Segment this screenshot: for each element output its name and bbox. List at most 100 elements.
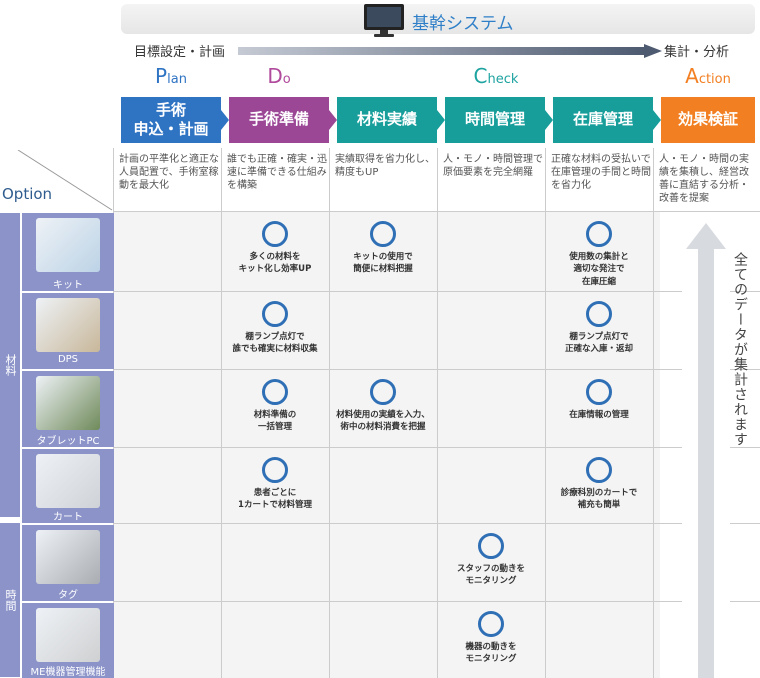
check-circle-icon bbox=[586, 379, 612, 405]
grid-column-line bbox=[653, 148, 654, 678]
check-circle-icon bbox=[370, 379, 396, 405]
grid-row-line bbox=[113, 523, 760, 524]
grid-row-line bbox=[113, 601, 760, 602]
step-label: 手術 申込・計画 bbox=[133, 100, 209, 139]
cell-text: 患者ごとに 1カートで材料管理 bbox=[238, 488, 312, 511]
phase-rest: heck bbox=[487, 72, 519, 87]
step-label: 手術準備 bbox=[248, 110, 309, 129]
matrix-cell: 診療科別のカートで 補充も簡単 bbox=[545, 457, 653, 512]
cell-text: 在庫情報の管理 bbox=[569, 410, 629, 420]
step-box: 手術準備 bbox=[229, 97, 329, 143]
phase-label: Check bbox=[337, 64, 655, 88]
step-description: 誰でも正確・確実・迅速に準備できる仕組みを構築 bbox=[227, 154, 327, 191]
step-description: 人・モノ・時間管理で原価要素を完全網羅 bbox=[443, 154, 543, 178]
check-circle-icon bbox=[586, 301, 612, 327]
phase-initial: C bbox=[473, 64, 488, 88]
matrix-cell: 機器の動きを モニタリング bbox=[437, 611, 545, 666]
cart-photo bbox=[36, 454, 100, 508]
matrix-cell: 材料準備の 一括管理 bbox=[221, 379, 329, 434]
matrix-cell: 材料使用の実績を入力、 術中の材料消費を把握 bbox=[329, 379, 437, 434]
monitor-icon bbox=[364, 4, 404, 37]
cell-text: キットの使用で 簡便に材料把握 bbox=[353, 252, 413, 275]
check-circle-icon bbox=[478, 533, 504, 559]
phase-rest: o bbox=[282, 72, 291, 87]
step-box: 材料実績 bbox=[337, 97, 437, 143]
check-circle-icon bbox=[370, 221, 396, 247]
aggregate-note: 全てのデータが集計されます bbox=[732, 252, 748, 447]
flow-start-label: 目標設定・計画 bbox=[134, 45, 226, 60]
step-arrow bbox=[329, 110, 337, 130]
phase-initial: A bbox=[685, 64, 699, 88]
matrix-cell: 使用数の集計と 適切な発注で 在庫圧縮 bbox=[545, 221, 653, 288]
cell-text: 診療科別のカートで 補充も簡単 bbox=[560, 488, 638, 511]
step-label: 効果検証 bbox=[677, 110, 738, 129]
phase-initial: D bbox=[267, 64, 283, 88]
grid-row-line bbox=[113, 369, 760, 370]
step-box: 手術 申込・計画 bbox=[121, 97, 221, 143]
step-arrow bbox=[221, 110, 229, 130]
matrix-cell: 棚ランプ点灯で 誰でも確実に材料収集 bbox=[221, 301, 329, 356]
matrix-cell: スタッフの動きを モニタリング bbox=[437, 533, 545, 588]
step-description: 計画の平準化と適正な人員配置で、手術室稼動を最大化 bbox=[119, 154, 219, 191]
row-group-label: 時間 bbox=[0, 523, 20, 677]
check-circle-icon bbox=[262, 457, 288, 483]
check-circle-icon bbox=[586, 221, 612, 247]
option-label: Option bbox=[2, 185, 53, 203]
step-label: 材料実績 bbox=[356, 110, 417, 129]
grid-row-line bbox=[113, 211, 760, 212]
phase-rest: ction bbox=[698, 72, 731, 87]
check-circle-icon bbox=[586, 457, 612, 483]
matrix-cell: 棚ランプ点灯で 正確な入庫・返却 bbox=[545, 301, 653, 356]
phase-initial: P bbox=[155, 64, 168, 88]
kit-photo bbox=[36, 218, 100, 272]
cell-text: 棚ランプ点灯で 誰でも確実に材料収集 bbox=[232, 332, 318, 355]
step-label: 在庫管理 bbox=[572, 110, 633, 129]
aggregate-arrow-icon bbox=[682, 219, 730, 678]
row-label: DPS bbox=[57, 354, 79, 365]
cell-text: 多くの材料を キット化し効率UP bbox=[238, 252, 312, 275]
phase-label: Action bbox=[661, 64, 755, 88]
cell-text: スタッフの動きを モニタリング bbox=[456, 564, 525, 587]
step-description: 正確な材料の受払いで在庫管理の手間と時間を省力化 bbox=[551, 154, 651, 191]
cell-text: 材料準備の 一括管理 bbox=[253, 410, 297, 433]
matrix-cell: 多くの材料を キット化し効率UP bbox=[221, 221, 329, 276]
grid-column-line bbox=[437, 148, 438, 678]
matrix-cell: キットの使用で 簡便に材料把握 bbox=[329, 221, 437, 276]
step-box: 在庫管理 bbox=[553, 97, 653, 143]
row-label: カート bbox=[53, 512, 83, 523]
phase-label: Do bbox=[229, 64, 329, 88]
grid-row-line bbox=[113, 291, 760, 292]
step-box: 時間管理 bbox=[445, 97, 545, 143]
system-title: 基幹システム bbox=[412, 14, 514, 34]
row-group-label: 材料 bbox=[0, 213, 20, 517]
row-label: キット bbox=[53, 280, 83, 291]
cell-text: 材料使用の実績を入力、 術中の材料消費を把握 bbox=[336, 410, 430, 433]
check-circle-icon bbox=[262, 301, 288, 327]
phase-label: Plan bbox=[121, 64, 221, 88]
step-box: 効果検証 bbox=[661, 97, 755, 143]
tag-photo bbox=[36, 530, 100, 584]
dps-shelf-photo bbox=[36, 298, 100, 352]
matrix-cell: 在庫情報の管理 bbox=[545, 379, 653, 421]
step-arrow bbox=[545, 110, 553, 130]
step-label: 時間管理 bbox=[464, 110, 525, 129]
step-description: 実績取得を省力化し、精度もUP bbox=[335, 154, 435, 178]
cell-text: 機器の動きを モニタリング bbox=[465, 642, 517, 665]
flow-arrow bbox=[238, 44, 662, 58]
check-circle-icon bbox=[262, 379, 288, 405]
row-label: タブレットPC bbox=[36, 436, 100, 447]
tablet-photo bbox=[36, 376, 100, 430]
check-circle-icon bbox=[478, 611, 504, 637]
cell-text: 棚ランプ点灯で 正確な入庫・返却 bbox=[564, 332, 633, 355]
step-description: 人・モノ・時間の実績を集積し、経営改善に直結する分析・改善を提案 bbox=[659, 154, 749, 204]
row-label: タグ bbox=[58, 590, 78, 601]
matrix-cell: 患者ごとに 1カートで材料管理 bbox=[221, 457, 329, 512]
grid-row-line bbox=[113, 447, 760, 448]
me-device-photo bbox=[36, 608, 100, 662]
row-label: ME機器管理機能 bbox=[30, 667, 106, 678]
step-arrow bbox=[653, 110, 661, 130]
flow-end-label: 集計・分析 bbox=[664, 45, 730, 60]
cell-text: 使用数の集計と 適切な発注で 在庫圧縮 bbox=[569, 252, 629, 287]
check-circle-icon bbox=[262, 221, 288, 247]
phase-rest: lan bbox=[167, 72, 187, 87]
